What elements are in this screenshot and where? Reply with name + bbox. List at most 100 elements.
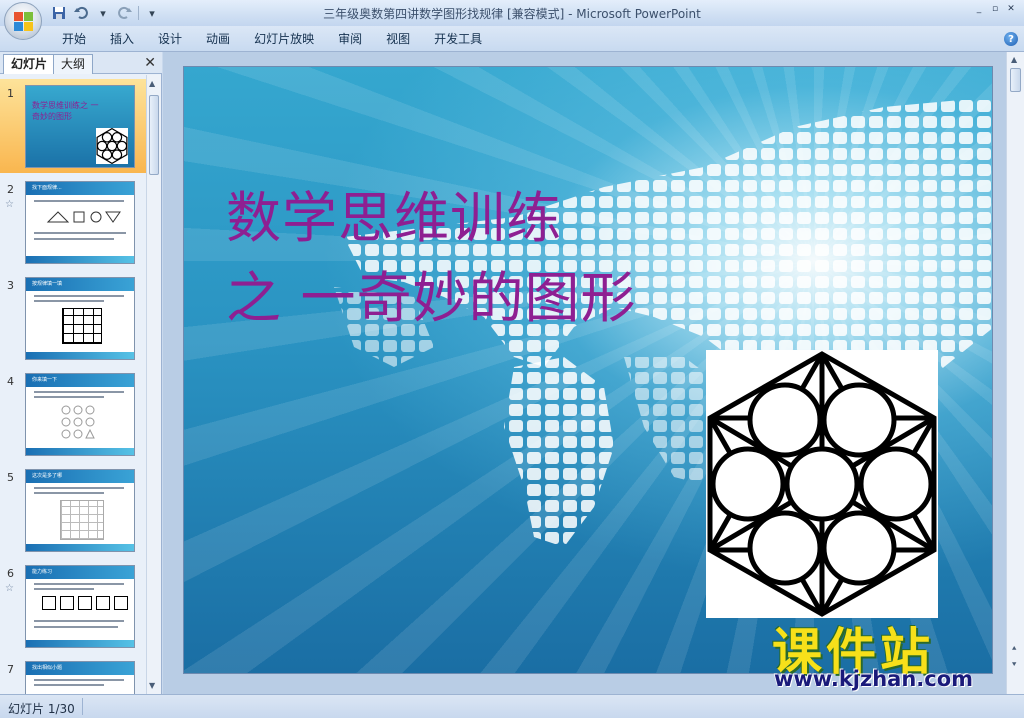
scrollbar-thumb[interactable] [1010,68,1021,92]
status-bar: 幻灯片 1/30 [0,694,1024,718]
thumbnail-header: 这次是多了哪 [26,470,134,483]
ribbon-tab-bar: 开始 插入 设计 动画 幻灯片放映 审阅 视图 开发工具 ? [0,26,1024,52]
scroll-up-icon[interactable]: ▲ [1011,55,1017,64]
title-bar: ▾ ▾ 三年级奥数第四讲数学图形找规律 [兼容模式] - Microsoft P… [0,0,1024,26]
thumbnail-text-line [34,238,114,240]
thumbnail-header: 能力练习 [26,566,134,579]
thumbnail-2[interactable]: 2 ☆ 找下面规律... [0,175,146,269]
scrollbar-thumb[interactable] [149,95,159,175]
thumbnail-3[interactable]: 3 按规律填一填 [0,271,146,365]
thumbnail-number: 3 [7,279,14,292]
tab-animations[interactable]: 动画 [194,26,242,52]
thumbnail-grid [62,308,102,344]
thumbnail-text-line [34,626,118,628]
thumbnail-footer [26,448,134,455]
thumbnail-text-line [34,492,104,494]
thumbnail-title: 数学思维训练之 一奇妙的图形 [32,101,99,121]
watermark-url: www.kjzhan.com [774,667,974,691]
tab-developer[interactable]: 开发工具 [422,26,494,52]
animation-star-icon: ☆ [5,199,14,210]
thumbnail-text-line [34,487,124,489]
thumbnail-preview: 找出相似小题 [25,661,135,694]
slide-counter: 幻灯片 1/30 [8,702,75,716]
animation-star-icon: ☆ [5,583,14,594]
panel-tabs: 幻灯片 大纲 ✕ [0,52,162,74]
thumbnail-footer [26,640,134,647]
tab-slide-show[interactable]: 幻灯片放映 [242,26,326,52]
thumbnail-title: 按规律填一填 [32,281,63,287]
minimize-button[interactable]: _ [972,3,986,15]
thumbnail-4[interactable]: 4 你来填一下 [0,367,146,461]
hexagon-circles-image[interactable] [706,350,938,618]
thumbnail-number: 7 [7,663,14,676]
help-icon[interactable]: ? [1004,32,1018,46]
thumbnail-text-line [34,583,124,585]
thumbnail-dice [42,596,128,610]
previous-slide-icon[interactable]: ⯅ [1011,644,1017,654]
thumbnail-header: 你来填一下 [26,374,134,387]
next-slide-icon[interactable]: ⯆ [1011,660,1017,670]
window-controls: _ ▫ ✕ [972,3,1018,15]
ribbon-tabs: 开始 插入 设计 动画 幻灯片放映 审阅 视图 开发工具 [50,26,494,52]
scroll-up-icon[interactable]: ▲ [149,79,155,88]
thumbnail-text-line [34,391,124,393]
thumbnail-text-line [34,588,94,590]
thumbnail-text-line [34,684,104,686]
thumbnail-title: 这次是多了哪 [32,473,63,479]
slide-title-line1[interactable]: 数学思维训练 [226,173,562,253]
close-button[interactable]: ✕ [1004,3,1018,15]
thumbnail-text-line [34,232,126,234]
thumbnail-hexagon-image [96,127,128,165]
tab-review[interactable]: 审阅 [326,26,374,52]
thumbnail-text-line [34,679,124,681]
thumbnail-preview: 按规律填一填 [25,277,135,360]
thumbnail-5[interactable]: 5 这次是多了哪 [0,463,146,557]
thumbnail-footer [26,544,134,551]
thumbnail-preview: 你来填一下 [25,373,135,456]
thumbnail-number: 4 [7,375,14,388]
thumbnail-preview: 能力练习 [25,565,135,648]
tab-design[interactable]: 设计 [146,26,194,52]
thumbnail-6[interactable]: 6 ☆ 能力练习 [0,559,146,653]
thumbnail-1[interactable]: 1 数学思维训练之 一奇妙的图形 [0,79,146,173]
thumbnail-text-line [34,295,124,297]
thumbnail-footer [26,352,134,359]
thumbnail-title: 能力练习 [32,569,53,575]
thumbnail-shapes [46,210,126,227]
slide-scrollbar[interactable]: ▲ ⯅ ⯆ [1006,52,1024,694]
close-icon[interactable]: ✕ [144,55,156,71]
thumbnail-circles [60,404,104,445]
slide-title-line2[interactable]: 之 一奇妙的图形 [226,253,636,333]
window-title: 三年级奥数第四讲数学图形找规律 [兼容模式] - Microsoft Power… [323,7,701,21]
tab-outline[interactable]: 大纲 [53,54,94,74]
office-logo-icon [14,12,33,31]
restore-button[interactable]: ▫ [988,3,1002,15]
tab-home[interactable]: 开始 [50,26,98,52]
thumbnail-scrollbar[interactable]: ▲ ▼ [146,75,161,694]
thumbnail-number: 5 [7,471,14,484]
thumbnail-list: 1 数学思维训练之 一奇妙的图形 2 ☆ 找下面规律... 3 按规律填一填 4… [0,75,146,694]
thumbnail-text-line [34,620,124,622]
thumbnail-title: 你来填一下 [32,377,58,383]
thumbnail-header: 找下面规律... [26,182,134,195]
scroll-down-icon[interactable]: ▼ [149,681,155,690]
slides-panel: 幻灯片 大纲 ✕ 1 数学思维训练之 一奇妙的图形 2 ☆ 找下面规律... 3… [0,52,162,694]
tab-slides[interactable]: 幻灯片 [3,54,56,74]
tab-view[interactable]: 视图 [374,26,422,52]
tab-insert[interactable]: 插入 [98,26,146,52]
thumbnail-title: 找下面规律... [32,185,62,191]
status-separator [82,698,83,715]
thumbnail-title: 找出相似小题 [32,665,63,671]
thumbnail-7[interactable]: 7 找出相似小题 [0,655,146,694]
thumbnail-number: 2 [7,183,14,196]
thumbnail-header: 找出相似小题 [26,662,134,675]
thumbnail-preview: 找下面规律... [25,181,135,264]
thumbnail-text-line [34,300,104,302]
office-button[interactable] [4,2,42,40]
thumbnail-number: 6 [7,567,14,580]
thumbnail-footer [26,256,134,263]
slide-1[interactable]: 数学思维训练 之 一奇妙的图形 [183,66,993,674]
slide-canvas: 数学思维训练 之 一奇妙的图形 [163,52,1006,694]
thumbnail-grid [60,500,104,540]
thumbnail-header: 按规律填一填 [26,278,134,291]
